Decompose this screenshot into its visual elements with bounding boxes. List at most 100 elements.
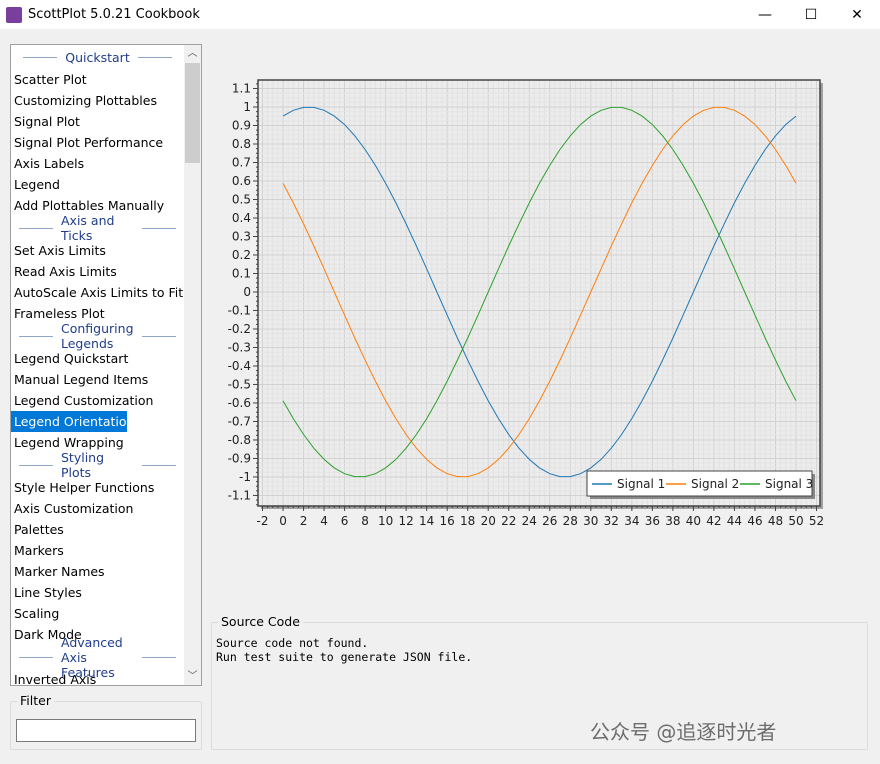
list-item[interactable]: Legend Orientation <box>11 411 127 432</box>
x-tick-label: 30 <box>583 514 598 528</box>
list-item[interactable]: Signal Plot <box>11 111 184 132</box>
list-item[interactable]: Manual Legend Items <box>11 369 184 390</box>
x-tick-label: 48 <box>768 514 783 528</box>
list-item[interactable]: Axis Labels <box>11 153 184 174</box>
legend-label: Signal 2 <box>691 477 739 491</box>
y-tick-label: 0.3 <box>232 229 251 243</box>
x-tick-label: 52 <box>809 514 824 528</box>
filter-label: Filter <box>17 693 54 708</box>
x-tick-label: 4 <box>320 514 328 528</box>
list-item[interactable]: Palettes <box>11 519 184 540</box>
list-item[interactable]: Signal Plot Performance <box>11 132 184 153</box>
x-tick-label: 12 <box>399 514 414 528</box>
list-item[interactable]: Set Axis Limits <box>11 240 184 261</box>
legend: Signal 1 Signal 2 Signal 3 <box>586 470 813 497</box>
x-tick-label: 50 <box>788 514 803 528</box>
y-tick-label: -0.1 <box>228 303 251 317</box>
x-tick-label: 24 <box>522 514 537 528</box>
y-tick-label: -0.3 <box>228 340 251 354</box>
x-tick-label: 2 <box>300 514 308 528</box>
y-tick-label: -1 <box>239 470 251 484</box>
maximize-button[interactable]: ☐ <box>788 0 834 29</box>
list-item[interactable]: Scaling <box>11 603 184 624</box>
plot[interactable]: -2 0 2 4 6 8 10 12 14 16 18 20 22 24 26 28 30 32 34 36 38 40 4… <box>220 70 830 540</box>
list-item[interactable]: Legend <box>11 174 184 195</box>
y-tick-label: 0 <box>243 285 251 299</box>
list-item[interactable]: Line Styles <box>11 582 184 603</box>
x-tick-label: 26 <box>542 514 557 528</box>
group-header: Axis and Ticks <box>11 213 184 243</box>
group-label: Axis and Ticks <box>61 213 115 243</box>
list-item[interactable]: AutoScale Axis Limits to Fit Data <box>11 282 184 303</box>
source-code-text: Source code not found. Run test suite to… <box>216 636 473 664</box>
group-header: Quickstart <box>11 45 184 69</box>
y-tick-label: 0.8 <box>232 137 251 151</box>
title-bar: ScottPlot 5.0.21 Cookbook — ☐ ✕ <box>0 0 880 29</box>
x-tick-label: 38 <box>665 514 680 528</box>
y-tick-label: 0.4 <box>232 211 251 225</box>
x-tick-label: 42 <box>706 514 721 528</box>
y-tick-label: -0.2 <box>228 322 251 336</box>
scroll-up-icon[interactable]: ︿ <box>184 45 201 62</box>
group-header: Styling Plots <box>11 450 184 480</box>
x-tick-label: 6 <box>341 514 349 528</box>
list-item[interactable]: Customizing Plottables <box>11 90 184 111</box>
x-tick-label: 18 <box>460 514 475 528</box>
y-tick-label: 0.5 <box>232 192 251 206</box>
y-tick-label: 0.7 <box>232 155 251 169</box>
close-button[interactable]: ✕ <box>834 0 880 29</box>
watermark: 公众号 @追逐时光者 <box>590 720 777 744</box>
y-tick-label: 0.1 <box>232 266 251 280</box>
y-tick-label: -0.7 <box>228 414 251 428</box>
x-tick-label: 34 <box>624 514 639 528</box>
scrollbar[interactable]: ︿ ﹀ <box>184 45 201 685</box>
legend-label: Signal 3 <box>765 477 813 491</box>
y-tick-label: -1.1 <box>228 488 251 502</box>
x-tick-label: 16 <box>440 514 455 528</box>
x-tick-label: -2 <box>257 514 269 528</box>
y-tick-label: 1.1 <box>232 82 251 96</box>
scroll-thumb[interactable] <box>185 63 200 163</box>
y-tick-label: -0.4 <box>228 359 251 373</box>
group-label: Styling Plots <box>61 450 105 480</box>
y-tick-label: -0.8 <box>228 433 251 447</box>
list-item[interactable]: Legend Quickstart <box>11 348 184 369</box>
list-item[interactable]: Read Axis Limits <box>11 261 184 282</box>
x-tick-label: 10 <box>378 514 393 528</box>
filter-input[interactable] <box>16 719 196 742</box>
x-tick-label: 32 <box>604 514 619 528</box>
list-item[interactable]: Axis Customization <box>11 498 184 519</box>
x-tick-label: 20 <box>481 514 496 528</box>
app-icon <box>6 6 22 23</box>
x-tick-label: 22 <box>501 514 516 528</box>
y-tick-label: 0.2 <box>232 248 251 262</box>
y-tick-label: -0.6 <box>228 396 251 410</box>
recipe-list[interactable]: Quickstart Scatter Plot Customizing Plotta… <box>10 44 202 686</box>
legend-label: Signal 1 <box>617 477 665 491</box>
y-tick-label: -0.5 <box>228 377 251 391</box>
group-header: Advanced Axis Features <box>11 635 184 680</box>
x-tick-label: 40 <box>686 514 701 528</box>
x-tick-label: 28 <box>563 514 578 528</box>
group-label: Configuring Legends <box>61 321 134 351</box>
source-code-label: Source Code <box>218 614 303 629</box>
x-tick-label: 8 <box>361 514 369 528</box>
window-title: ScottPlot 5.0.21 Cookbook <box>28 7 200 22</box>
scroll-down-icon[interactable]: ﹀ <box>184 668 201 685</box>
filter-group: Filter <box>10 693 202 750</box>
list-item[interactable]: Marker Names <box>11 561 184 582</box>
x-tick-label: 14 <box>419 514 434 528</box>
group-label: Quickstart <box>65 49 130 65</box>
x-tick-label: 36 <box>645 514 660 528</box>
y-tick-label: 1 <box>243 100 251 114</box>
y-tick-label: 0.6 <box>232 174 251 188</box>
x-tick-label: 44 <box>727 514 742 528</box>
x-tick-label: 46 <box>747 514 762 528</box>
list-item[interactable]: Markers <box>11 540 184 561</box>
list-item[interactable]: Legend Customization <box>11 390 184 411</box>
list-item[interactable]: Style Helper Functions <box>11 477 184 498</box>
y-tick-label: 0.9 <box>232 119 251 133</box>
y-tick-label: -0.9 <box>228 451 251 465</box>
minimize-button[interactable]: — <box>742 0 788 29</box>
list-item[interactable]: Scatter Plot <box>11 69 184 90</box>
